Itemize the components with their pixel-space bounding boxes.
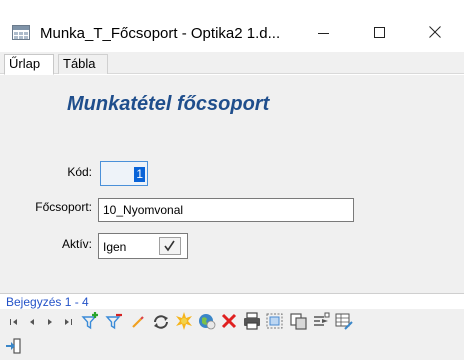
previous-record-button[interactable] <box>22 312 42 332</box>
delete-button[interactable] <box>219 311 239 331</box>
checkmark-icon <box>164 240 175 252</box>
close-icon <box>429 26 441 38</box>
refresh-button[interactable] <box>150 311 170 331</box>
title-bar: Munka_T_Főcsoport - Optika2 1.d... <box>0 0 464 50</box>
export-icon <box>314 312 330 326</box>
kod-label: Kód: <box>67 165 92 179</box>
remove-filter-button[interactable] <box>104 310 124 330</box>
form-panel: Munkatétel főcsoport Kód: 1 Főcsoport: 1… <box>0 75 464 293</box>
record-count-text: Bejegyzés 1 - 4 <box>6 295 89 309</box>
previous-record-icon <box>30 319 34 325</box>
form-title: Munkatétel főcsoport <box>67 93 270 115</box>
exit-button[interactable] <box>4 336 24 356</box>
maximize-button[interactable] <box>356 14 402 48</box>
next-record-icon <box>48 319 52 325</box>
record-status-bar: Bejegyzés 1 - 4 <box>0 293 464 309</box>
aktiv-field[interactable]: Igen <box>98 233 188 259</box>
refresh-icon <box>154 315 168 329</box>
print-icon <box>244 312 260 330</box>
print-button[interactable] <box>241 310 261 330</box>
last-record-icon <box>65 319 72 325</box>
web-button[interactable] <box>196 310 216 330</box>
web-icon <box>199 314 216 330</box>
select-icon <box>266 313 283 329</box>
copy-button[interactable] <box>287 310 307 330</box>
new-record-button[interactable] <box>173 310 193 330</box>
maximize-icon <box>374 27 385 38</box>
minimize-button[interactable] <box>300 14 346 48</box>
first-record-button[interactable] <box>4 312 24 332</box>
window-title: Munka_T_Főcsoport - Optika2 1.d... <box>40 25 281 42</box>
minimize-icon <box>318 33 329 34</box>
tab-urlap[interactable]: Űrlap <box>4 54 54 75</box>
remove-filter-icon <box>105 313 122 330</box>
aktiv-checkbox[interactable] <box>159 237 181 255</box>
record-toolbar <box>0 309 464 360</box>
edit-icon <box>132 316 144 328</box>
delete-icon <box>221 313 237 329</box>
tab-tabla[interactable]: Tábla <box>58 54 108 74</box>
export-button[interactable] <box>310 310 330 330</box>
kod-field[interactable]: 1 <box>100 161 148 186</box>
copy-icon <box>290 313 307 330</box>
aktiv-value: Igen <box>103 240 127 254</box>
tab-strip: Űrlap Tábla <box>0 52 464 75</box>
close-button[interactable] <box>412 14 458 48</box>
focsoport-field[interactable]: 10_Nyomvonal <box>98 198 354 222</box>
kod-value: 1 <box>134 167 145 182</box>
add-filter-icon <box>81 312 98 330</box>
exit-icon <box>6 338 21 354</box>
next-record-button[interactable] <box>40 312 60 332</box>
table-edit-button[interactable] <box>333 310 353 330</box>
app-table-icon <box>12 25 30 40</box>
last-record-button[interactable] <box>58 312 78 332</box>
aktiv-label: Aktív: <box>61 237 92 251</box>
edit-button[interactable] <box>128 312 148 332</box>
focsoport-label: Főcsoport: <box>35 200 92 214</box>
new-record-icon <box>176 312 192 330</box>
add-filter-button[interactable] <box>80 310 100 330</box>
select-button[interactable] <box>264 310 284 330</box>
table-edit-icon <box>335 313 353 330</box>
first-record-icon <box>10 319 17 325</box>
